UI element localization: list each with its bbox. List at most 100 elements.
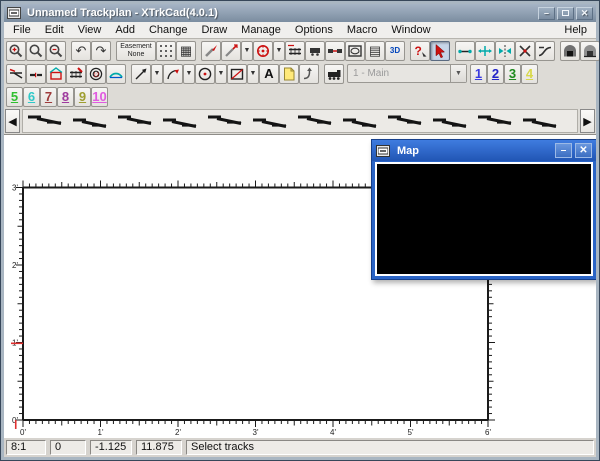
drawing-canvas[interactable]: 0'1'2'3'4'5'6'0'1'2'3' Map – ✕	[4, 135, 596, 438]
redo-button[interactable]: ↷	[91, 41, 111, 61]
flip-track-button[interactable]	[495, 41, 515, 61]
undo-button[interactable]: ↶	[71, 41, 91, 61]
zoom-normal-button[interactable]	[26, 41, 46, 61]
profile-button[interactable]	[253, 41, 273, 61]
layer-4-button[interactable]: 4	[521, 64, 538, 84]
menu-manage[interactable]: Manage	[234, 23, 288, 37]
create-ruler-button[interactable]	[201, 41, 221, 61]
palette-scroll-right-icon[interactable]: ▶	[580, 109, 595, 133]
layer-3-button[interactable]: 3	[504, 64, 521, 84]
map-title-bar[interactable]: Map – ✕	[372, 140, 596, 161]
draw-shape-dropdown[interactable]: ▼	[247, 64, 259, 84]
car-inventory-button[interactable]	[305, 41, 325, 61]
layer-1-button[interactable]: 1	[470, 64, 487, 84]
map-window[interactable]: Map – ✕	[371, 139, 596, 280]
misc-select-button[interactable]	[299, 64, 319, 84]
map-minimize-icon[interactable]: –	[555, 143, 572, 158]
draw-line-button[interactable]	[131, 64, 151, 84]
menu-edit[interactable]: Edit	[38, 23, 71, 37]
train-icon	[326, 66, 342, 82]
layer-7-button[interactable]: 7	[40, 87, 57, 107]
run-trains-button[interactable]	[324, 64, 344, 84]
svg-text:2': 2'	[175, 428, 181, 437]
turnout-preview[interactable]	[72, 113, 108, 129]
turnout-preview[interactable]	[297, 113, 333, 129]
minimize-icon[interactable]: –	[538, 7, 555, 20]
turnout-preview[interactable]	[162, 113, 198, 129]
turnout-preview[interactable]	[387, 113, 423, 129]
turnout-preview[interactable]	[252, 113, 288, 129]
draw-circle-button[interactable]	[195, 64, 215, 84]
describe-button[interactable]: ?	[410, 41, 430, 61]
layer-8-button[interactable]: 8	[57, 87, 74, 107]
map-viewport[interactable]	[375, 162, 593, 276]
connect-cars-button[interactable]	[325, 41, 345, 61]
menu-view[interactable]: View	[71, 23, 109, 37]
menu-options[interactable]: Options	[288, 23, 340, 37]
draw-circle-dropdown[interactable]: ▼	[215, 64, 227, 84]
measure-dropdown[interactable]: ▼	[241, 41, 253, 61]
map-close-icon[interactable]: ✕	[575, 143, 592, 158]
draw-curve-button[interactable]	[163, 64, 183, 84]
turnout-preview[interactable]	[207, 113, 243, 129]
turnout-preview-strip	[22, 109, 578, 133]
snap-grid-enable-button[interactable]	[156, 41, 176, 61]
select-button[interactable]	[430, 41, 450, 61]
menu-window[interactable]: Window	[384, 23, 437, 37]
layer-10-button[interactable]: 10	[91, 87, 108, 107]
layer-5-button[interactable]: 5	[6, 87, 23, 107]
split-track-button[interactable]	[515, 41, 535, 61]
layer-6-button[interactable]: 6	[23, 87, 40, 107]
palette-scroll-left-icon[interactable]: ◀	[5, 109, 20, 133]
draw-curve-dropdown[interactable]: ▼	[183, 64, 195, 84]
parts-list-button[interactable]: ▤	[365, 41, 385, 61]
menu-help[interactable]: Help	[557, 23, 594, 37]
bridge-button[interactable]	[580, 41, 600, 61]
change-elevation-button[interactable]	[285, 41, 305, 61]
menu-macro[interactable]: Macro	[340, 23, 385, 37]
coupler-icon	[327, 43, 343, 59]
menu-draw[interactable]: Draw	[194, 23, 234, 37]
turntable-button[interactable]	[106, 64, 126, 84]
turnout-preview[interactable]	[432, 113, 468, 129]
modify-track-button[interactable]	[455, 41, 475, 61]
helix-track-button[interactable]: 12	[86, 64, 106, 84]
structure-button[interactable]	[46, 64, 66, 84]
turnout-palette: ◀ ▶	[4, 108, 596, 135]
menu-file[interactable]: File	[6, 23, 38, 37]
zoom-in-button[interactable]	[6, 41, 26, 61]
draw-shape-button[interactable]	[227, 64, 247, 84]
turnout-preview[interactable]	[27, 113, 63, 129]
maximize-icon[interactable]	[557, 7, 574, 20]
ruler-icon	[203, 43, 219, 59]
turnout-preview[interactable]	[342, 113, 378, 129]
turnout-preview[interactable]	[522, 113, 558, 129]
menu-change[interactable]: Change	[142, 23, 195, 37]
toolbar-row-1: ↶↷EasementNone ▦ ▼ ▼ ▤3D?	[4, 39, 596, 62]
draw-line-dropdown[interactable]: ▼	[151, 64, 163, 84]
snap-grid-show-button[interactable]: ▦	[176, 41, 196, 61]
turnout-preview[interactable]	[117, 113, 153, 129]
easement-button[interactable]: EasementNone	[116, 41, 156, 61]
turnout-preview[interactable]	[477, 113, 513, 129]
zoom-out-button[interactable]	[46, 41, 66, 61]
close-icon[interactable]: ✕	[576, 7, 593, 20]
layer-9-button[interactable]: 9	[74, 87, 91, 107]
rotate-3d-button[interactable]: 3D	[385, 41, 405, 61]
layout-control-button[interactable]	[345, 41, 365, 61]
menu-add[interactable]: Add	[108, 23, 142, 37]
draw-text-button[interactable]: A	[259, 64, 279, 84]
note-icon	[281, 66, 297, 82]
move-track-button[interactable]	[475, 41, 495, 61]
measure-button[interactable]	[221, 41, 241, 61]
layer-select[interactable]: 1 - Main▼	[347, 64, 467, 83]
turnout-button[interactable]	[6, 64, 26, 84]
note-button[interactable]	[279, 64, 299, 84]
join-track-button[interactable]	[535, 41, 555, 61]
layer-2-button[interactable]: 2	[487, 64, 504, 84]
handlaid-turnout-button[interactable]	[66, 64, 86, 84]
sectional-track-button[interactable]	[26, 64, 46, 84]
profile-dropdown[interactable]: ▼	[273, 41, 285, 61]
tunnel-button[interactable]	[560, 41, 580, 61]
layer-combo-dropdown-icon[interactable]: ▼	[450, 65, 466, 82]
